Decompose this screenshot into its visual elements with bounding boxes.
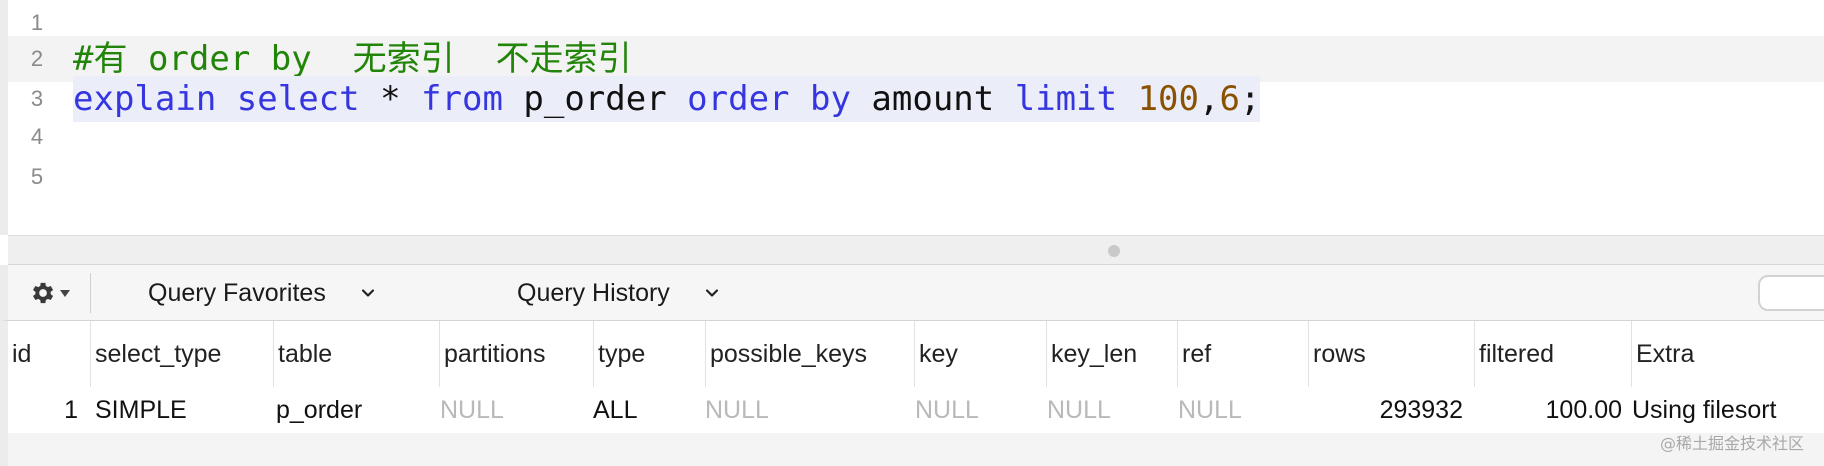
chevron-down-icon bbox=[705, 289, 718, 297]
column-header-key-len[interactable]: key_len bbox=[1046, 321, 1177, 387]
cell-extra[interactable]: Using filesort bbox=[1632, 387, 1822, 433]
gear-icon bbox=[33, 282, 54, 304]
column-header-key[interactable]: key bbox=[914, 321, 1046, 387]
line-number: 5 bbox=[30, 164, 44, 189]
column-header-filtered[interactable]: filtered bbox=[1474, 321, 1631, 387]
cell-filtered[interactable]: 100.00 bbox=[1474, 387, 1622, 433]
query-history-label: Query History bbox=[517, 278, 670, 307]
watermark: @稀土掘金技术社区 bbox=[1659, 434, 1804, 453]
column-header-partitions[interactable]: partitions bbox=[439, 321, 593, 387]
table-row[interactable]: 1 SIMPLE p_order NULL ALL NULL NULL NULL… bbox=[8, 387, 1824, 433]
cell-key-len[interactable]: NULL bbox=[1047, 387, 1175, 433]
query-favorites-label: Query Favorites bbox=[148, 278, 326, 307]
pane-splitter[interactable] bbox=[8, 235, 1824, 265]
query-history-dropdown[interactable]: Query History bbox=[517, 265, 720, 321]
keyword-limit: limit bbox=[1014, 79, 1118, 119]
sql-token: , bbox=[1198, 79, 1220, 119]
column-name: amount bbox=[850, 79, 1015, 119]
results-grid: id select_type table partitions type pos… bbox=[0, 321, 1824, 466]
column-header-rows[interactable]: rows bbox=[1308, 321, 1474, 387]
column-header-table[interactable]: table bbox=[273, 321, 439, 387]
cell-ref[interactable]: NULL bbox=[1178, 387, 1306, 433]
cell-table[interactable]: p_order bbox=[276, 387, 436, 433]
column-header-type[interactable]: type bbox=[593, 321, 705, 387]
search-field[interactable] bbox=[1758, 275, 1824, 311]
query-favorites-dropdown[interactable]: Query Favorites bbox=[148, 265, 376, 321]
sql-token: * bbox=[359, 79, 422, 119]
keyword-order: order bbox=[687, 79, 790, 119]
settings-menu-button[interactable] bbox=[20, 275, 78, 311]
number-count: 6 bbox=[1219, 79, 1240, 119]
query-toolbar: Query Favorites Query History bbox=[0, 265, 1824, 321]
keyword-select: select bbox=[236, 79, 360, 119]
sql-editor[interactable]: 1 2 #有 order by 无索引 不走索引 3 explain selec… bbox=[0, 0, 1824, 235]
column-header-possible-keys[interactable]: possible_keys bbox=[705, 321, 914, 387]
cell-possible-keys[interactable]: NULL bbox=[705, 387, 910, 433]
keyword-from: from bbox=[421, 79, 503, 119]
number-offset: 100 bbox=[1137, 79, 1199, 119]
editor-line[interactable]: 5 bbox=[8, 154, 1824, 200]
sql-token: ; bbox=[1239, 79, 1261, 119]
chevron-down-icon bbox=[361, 289, 374, 297]
cell-rows[interactable]: 293932 bbox=[1308, 387, 1463, 433]
column-header-ref[interactable]: ref bbox=[1177, 321, 1308, 387]
keyword-by: by bbox=[810, 79, 851, 119]
caret-down-icon bbox=[60, 289, 70, 297]
cell-partitions[interactable]: NULL bbox=[440, 387, 590, 433]
table-name: p_order bbox=[502, 79, 688, 119]
cell-type[interactable]: ALL bbox=[593, 387, 703, 433]
column-header-extra[interactable]: Extra bbox=[1631, 321, 1824, 387]
grid-header-row: id select_type table partitions type pos… bbox=[8, 321, 1824, 388]
keyword-explain: explain bbox=[73, 79, 217, 119]
column-header-select-type[interactable]: select_type bbox=[90, 321, 273, 387]
splitter-handle[interactable] bbox=[1108, 245, 1120, 257]
cell-id[interactable]: 1 bbox=[8, 387, 78, 433]
column-header-id[interactable]: id bbox=[8, 321, 88, 387]
cell-key[interactable]: NULL bbox=[915, 387, 1043, 433]
toolbar-divider bbox=[90, 273, 91, 313]
cell-select-type[interactable]: SIMPLE bbox=[95, 387, 270, 433]
